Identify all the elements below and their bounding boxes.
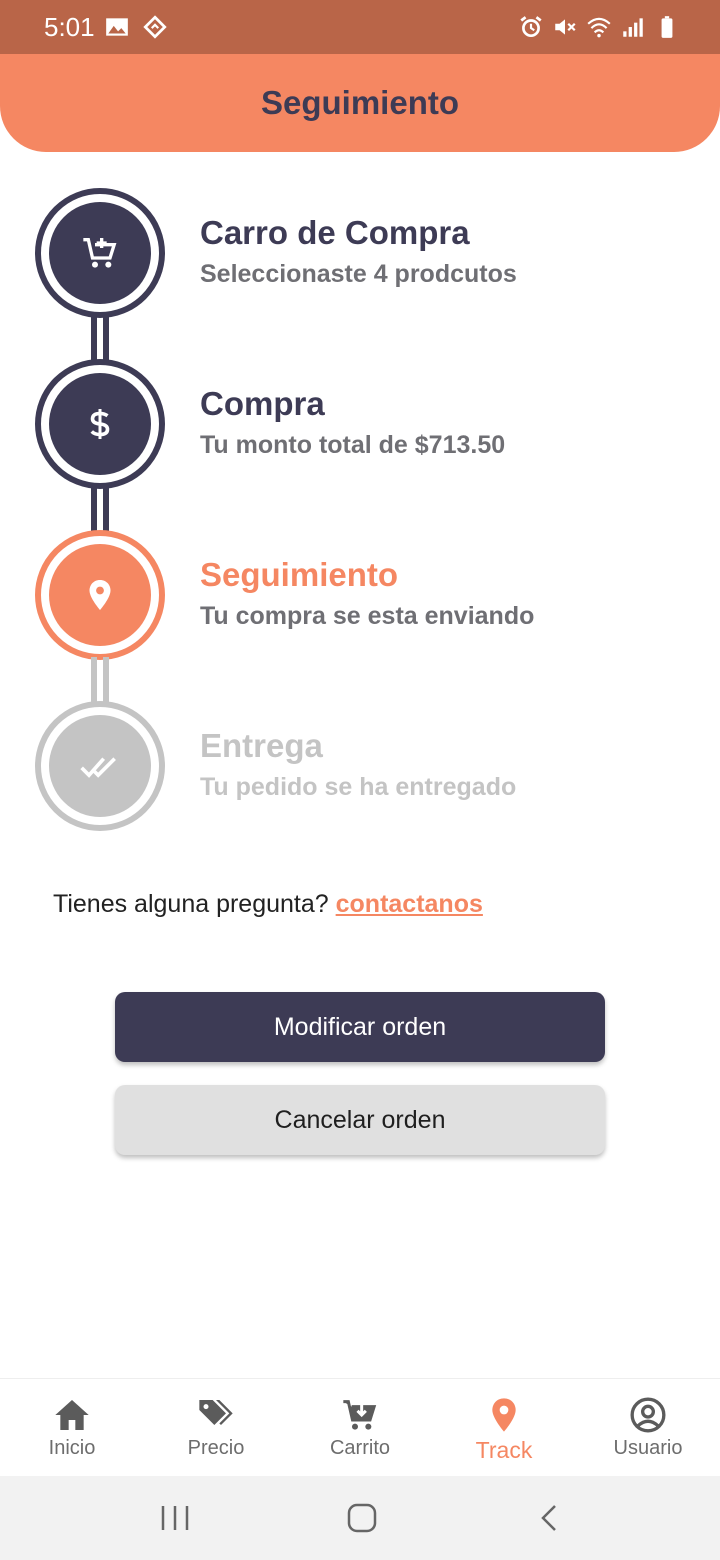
step-connector <box>90 657 110 703</box>
add-cart-icon <box>83 238 117 268</box>
wifi-icon <box>587 17 611 38</box>
step-indicator <box>35 701 165 831</box>
step-subtitle: Tu pedido se ha entregado <box>200 773 517 801</box>
nav-item-usuario[interactable]: Usuario <box>576 1379 720 1477</box>
recent-apps-icon[interactable] <box>155 1502 195 1534</box>
step-subtitle: Tu compra se esta enviando <box>200 602 535 630</box>
back-icon[interactable] <box>530 1502 570 1534</box>
cart-icon <box>343 1400 377 1430</box>
question-text: Tienes alguna pregunta? <box>53 890 329 918</box>
signal-icon <box>623 18 643 37</box>
status-time: 5:01 <box>44 12 95 42</box>
step-purchase: Compra Tu monto total de $713.50 <box>0 359 720 489</box>
step-title: Entrega <box>200 727 323 764</box>
user-icon <box>630 1397 666 1433</box>
home-button-icon[interactable] <box>342 1502 382 1534</box>
step-subtitle: Tu monto total de $713.50 <box>200 431 506 459</box>
app-header: Seguimiento <box>0 54 720 152</box>
modify-order-button[interactable]: Modificar orden <box>115 992 605 1062</box>
battery-icon <box>661 16 673 38</box>
tags-icon <box>199 1400 233 1425</box>
nav-label: Track <box>475 1437 533 1463</box>
nav-label: Precio <box>187 1437 245 1459</box>
system-navigation-bar <box>0 1476 720 1560</box>
home-icon <box>55 1400 89 1430</box>
step-delivery: Entrega Tu pedido se ha entregado <box>0 701 720 831</box>
status-bar: 5:01 <box>0 0 720 54</box>
contact-link[interactable]: contactanos <box>336 890 483 918</box>
alarm-icon <box>520 16 542 38</box>
step-subtitle: Seleccionaste 4 prodcutos <box>200 260 517 288</box>
step-title: Seguimiento <box>200 556 399 593</box>
step-tracking: Seguimiento Tu compra se esta enviando <box>0 530 720 660</box>
bottom-navigation: Inicio Precio Carrito Track Usuario <box>0 1378 720 1477</box>
help-question: Tienes alguna pregunta? contactanos <box>53 890 483 919</box>
nav-label: Inicio <box>48 1437 96 1459</box>
step-title: Compra <box>200 385 325 422</box>
nav-item-precio[interactable]: Precio <box>144 1379 288 1477</box>
nav-item-track[interactable]: Track <box>432 1379 576 1477</box>
step-connector <box>90 314 110 360</box>
step-indicator <box>35 188 165 318</box>
double-check-icon <box>80 757 116 778</box>
dollar-icon <box>90 409 110 439</box>
navigation-icon <box>143 15 167 39</box>
step-indicator <box>35 530 165 660</box>
nav-item-carrito[interactable]: Carrito <box>288 1379 432 1477</box>
step-title: Carro de Compra <box>200 214 470 251</box>
location-pin-icon <box>492 1398 516 1432</box>
page-title: Seguimiento <box>260 84 460 121</box>
cancel-order-button[interactable]: Cancelar orden <box>115 1085 605 1155</box>
step-connector <box>90 486 110 532</box>
gallery-icon <box>106 18 128 36</box>
nav-label: Carrito <box>329 1437 390 1459</box>
mute-icon <box>555 19 576 35</box>
nav-item-inicio[interactable]: Inicio <box>0 1379 144 1477</box>
step-cart: Carro de Compra Seleccionaste 4 prodcuto… <box>0 188 720 318</box>
step-indicator <box>35 359 165 489</box>
location-pin-icon <box>89 580 111 610</box>
nav-label: Usuario <box>613 1437 683 1459</box>
